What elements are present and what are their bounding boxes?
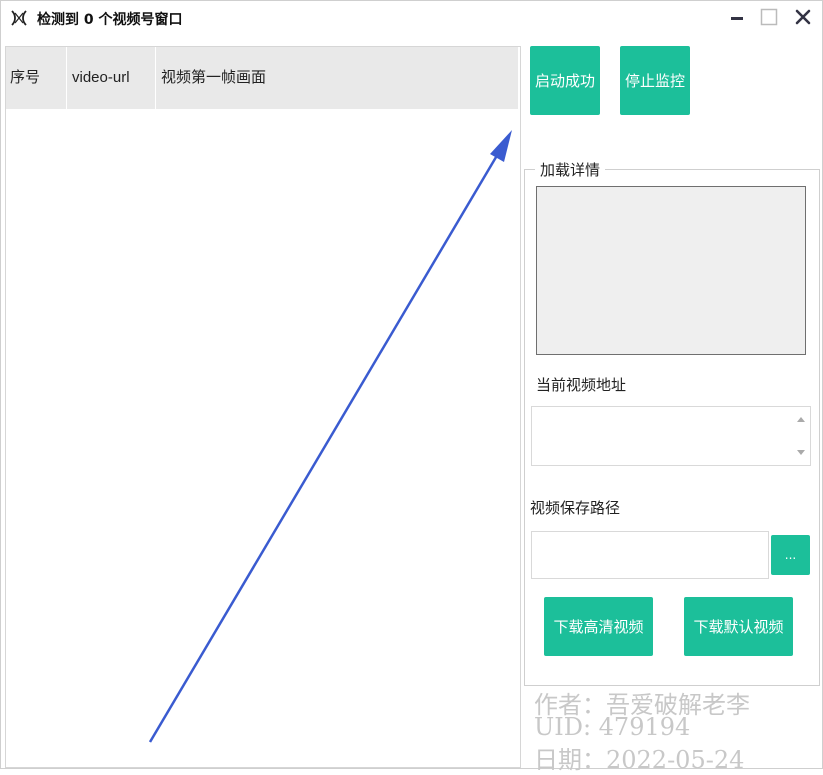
- maximize-icon: [760, 8, 778, 30]
- download-hd-button[interactable]: 下载高清视频: [544, 597, 653, 656]
- current-url-field[interactable]: [531, 406, 811, 466]
- column-header-url[interactable]: video-url: [72, 47, 130, 109]
- column-divider: [155, 47, 156, 109]
- browse-folder-button[interactable]: ...: [771, 535, 810, 575]
- watermark-date: 日期：2022-05-24: [534, 746, 745, 774]
- start-monitor-button[interactable]: 启动成功: [530, 46, 600, 115]
- stop-monitor-button[interactable]: 停止监控: [620, 46, 690, 115]
- title-bar[interactable]: 检测到 0 个视频号窗口: [1, 1, 822, 37]
- download-default-button[interactable]: 下载默认视频: [684, 597, 793, 656]
- app-window: 检测到 0 个视频号窗口 序号 video-url 视频第一帧画面 启动成功 停…: [0, 0, 823, 774]
- window-title: 检测到 0 个视频号窗口: [37, 12, 183, 28]
- current-url-label: 当前视频地址: [536, 376, 627, 394]
- scroll-down-icon[interactable]: [795, 447, 807, 459]
- close-icon: [795, 9, 811, 29]
- minimize-button[interactable]: [725, 7, 749, 31]
- column-header-first-frame[interactable]: 视频第一帧画面: [161, 47, 266, 109]
- load-details-title: 加载详情: [535, 159, 606, 180]
- watermark-uid: UID: 479194: [534, 713, 691, 741]
- scissors-logo-icon: [9, 9, 29, 27]
- maximize-button[interactable]: [757, 7, 781, 31]
- load-details-area[interactable]: [536, 186, 806, 355]
- save-path-label: 视频保存路径: [530, 499, 621, 517]
- scroll-up-icon[interactable]: [795, 413, 807, 425]
- close-button[interactable]: [791, 7, 815, 31]
- save-path-input[interactable]: [531, 531, 769, 579]
- video-table[interactable]: 序号 video-url 视频第一帧画面: [5, 46, 521, 768]
- column-header-index[interactable]: 序号: [10, 47, 40, 109]
- minimize-icon: [730, 10, 744, 29]
- table-header: 序号 video-url 视频第一帧画面: [6, 47, 518, 109]
- column-divider: [66, 47, 67, 109]
